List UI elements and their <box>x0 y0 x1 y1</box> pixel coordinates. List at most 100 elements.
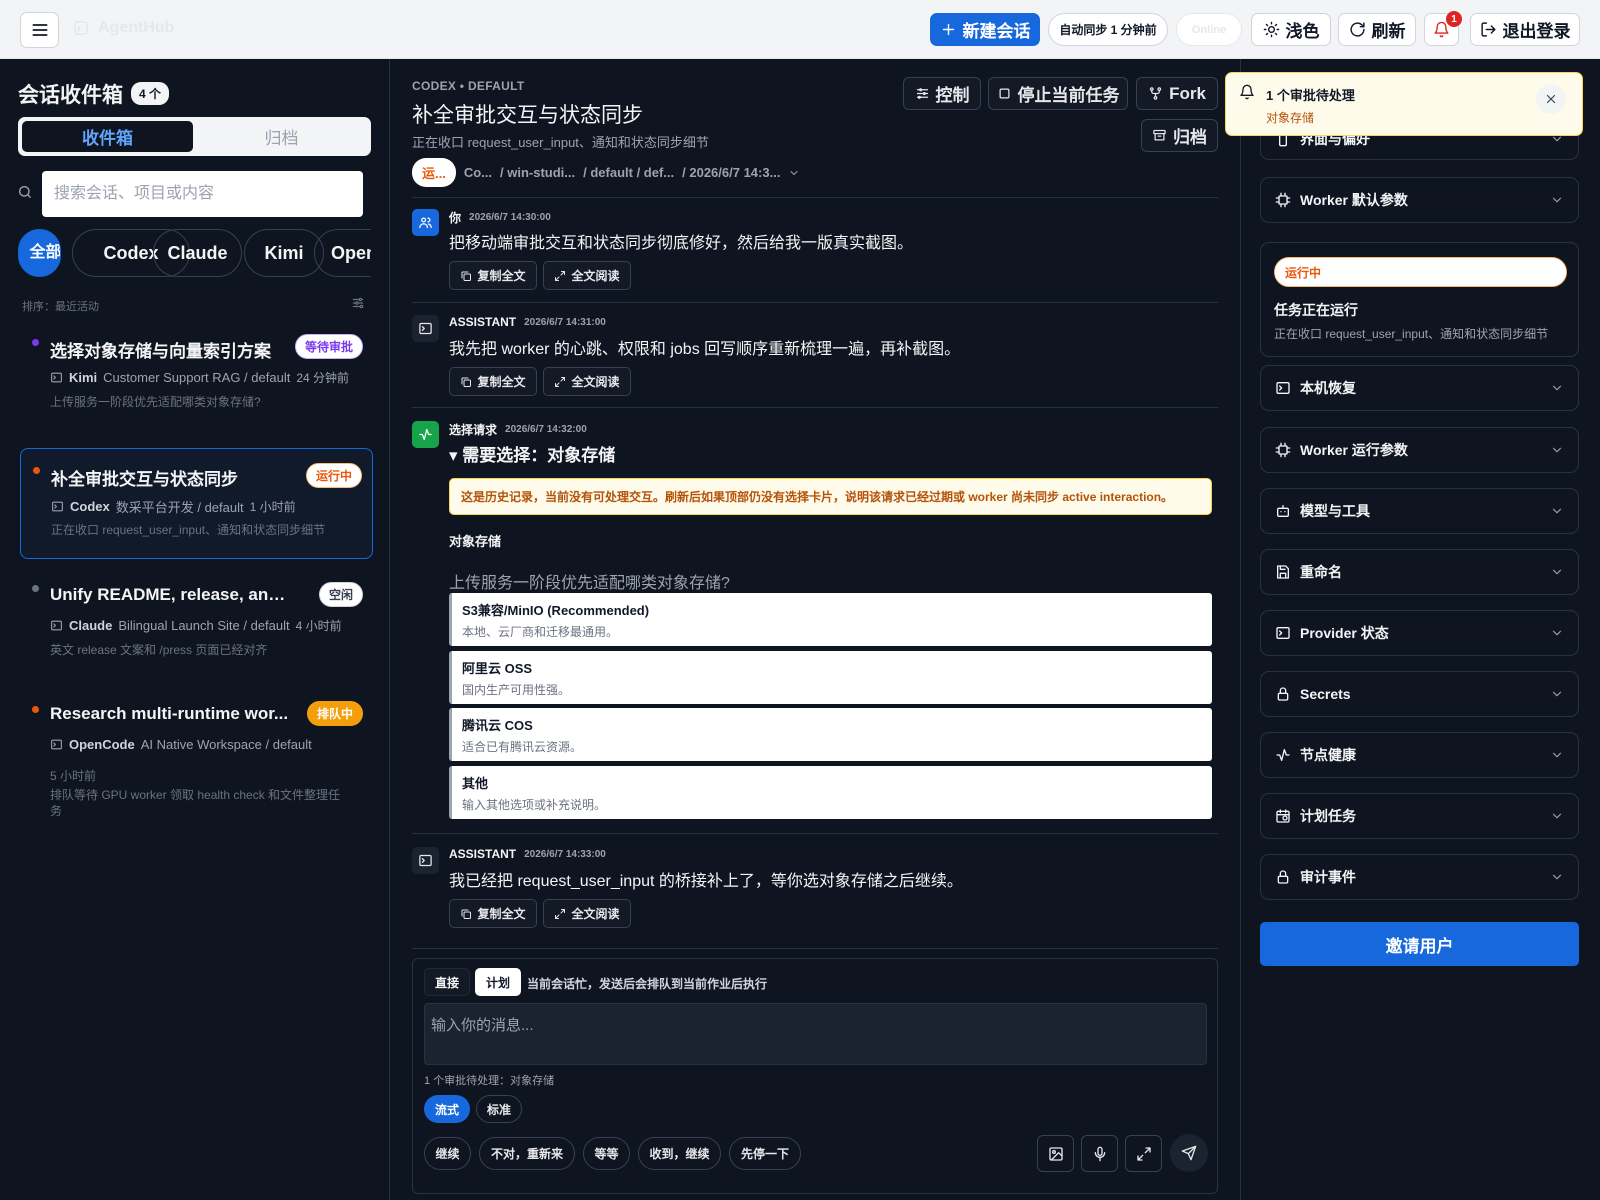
search-input[interactable] <box>42 171 363 217</box>
tab-inbox[interactable]: 收件箱 <box>22 121 193 152</box>
session-item[interactable]: 选择对象存储与向量索引方案 等待审批 Kimi Customer Support… <box>20 327 373 417</box>
choice-option[interactable]: S3兼容/MinIO (Recommended) 本地、云厂商和迁移最通用。 <box>449 593 1212 646</box>
stream-toggle[interactable]: 流式 <box>424 1095 470 1123</box>
mode-direct-button[interactable]: 直接 <box>424 968 470 996</box>
menu-button[interactable] <box>20 12 59 48</box>
quick-reply-ack[interactable]: 收到，继续 <box>638 1137 721 1170</box>
section-secrets[interactable]: Secrets <box>1260 671 1579 717</box>
divider <box>412 407 1218 408</box>
archive-button[interactable]: 归档 <box>1141 119 1218 152</box>
runtime-breadcrumb: CODEX • DEFAULT <box>412 79 525 93</box>
message-user: 你 2026/6/7 14:30:00 把移动端审批交互和状态同步彻底修好，然后给… <box>412 209 1218 304</box>
session-runtime: OpenCode <box>69 737 135 752</box>
session-preview: 正在收口 request_user_input、通知和状态同步细节 <box>51 523 326 537</box>
section-worker-runtime[interactable]: Worker 运行参数 <box>1260 427 1579 473</box>
message-role: ASSISTANT <box>449 315 517 329</box>
filter-all[interactable]: 全部 <box>18 229 61 277</box>
copy-all-button[interactable]: 复制全文 <box>449 367 537 396</box>
section-rename[interactable]: 重命名 <box>1260 549 1579 595</box>
status-badge: 空闲 <box>318 582 363 607</box>
message-header: 你 2026/6/7 14:30:00 <box>449 209 551 226</box>
chevron-down-icon <box>1550 809 1564 823</box>
session-project: 数采平台开发 / default <box>115 500 244 515</box>
refresh-button[interactable]: 刷新 <box>1338 13 1416 46</box>
section-label: Provider 状态 <box>1300 625 1389 641</box>
chevron-down-icon[interactable] <box>788 167 800 179</box>
session-title: Unify README, release, and ... <box>50 585 295 604</box>
path-worker[interactable]: / win-studi... <box>500 165 575 180</box>
divider <box>412 197 1218 198</box>
choice-option[interactable]: 阿里云 OSS 国内生产可用性强。 <box>449 651 1212 704</box>
path-project[interactable]: / default / def... <box>583 165 674 180</box>
quick-reply-wait[interactable]: 等等 <box>583 1137 630 1170</box>
path-time[interactable]: / 2026/6/7 14:3... <box>682 165 780 180</box>
plus-icon <box>940 21 957 38</box>
logout-button[interactable]: 退出登录 <box>1470 13 1580 46</box>
terminal-icon <box>50 738 63 751</box>
activity-icon <box>418 427 433 442</box>
theme-button[interactable]: 浅色 <box>1251 13 1331 46</box>
invite-user-button[interactable]: 邀请用户 <box>1260 922 1579 966</box>
control-button[interactable]: 控制 <box>903 77 981 110</box>
sliders-icon <box>915 86 930 101</box>
quick-reply-redo[interactable]: 不对，重新来 <box>479 1137 575 1170</box>
tab-archive[interactable]: 归档 <box>196 121 367 152</box>
choice-option[interactable]: 其他 输入其他选项或补充说明。 <box>449 766 1212 819</box>
filter-claude[interactable]: Claude <box>153 229 242 277</box>
new-chat-button[interactable]: 新建会话 <box>930 13 1040 46</box>
option-desc: 输入其他选项或补充说明。 <box>462 798 607 812</box>
attach-image-button[interactable] <box>1037 1135 1074 1172</box>
standard-toggle[interactable]: 标准 <box>476 1095 522 1123</box>
session-item-active[interactable]: 补全审批交互与状态同步 运行中 Codex 数采平台开发 / default 1… <box>20 448 373 559</box>
read-all-button[interactable]: 全文阅读 <box>543 899 631 928</box>
mode-plan-button[interactable]: 计划 <box>475 968 521 996</box>
session-item[interactable]: Research multi-runtime wor... 排队中 OpenCo… <box>20 692 373 818</box>
save-icon <box>1275 564 1291 580</box>
section-label: Worker 默认参数 <box>1300 192 1408 208</box>
sun-icon <box>1263 21 1280 38</box>
chevron-down-icon <box>1550 193 1564 207</box>
activity-icon <box>1275 747 1291 763</box>
section-worker-defaults[interactable]: Worker 默认参数 <box>1260 177 1579 223</box>
message-role: 你 <box>449 211 462 225</box>
section-label: 审计事件 <box>1300 869 1356 885</box>
sliders-icon[interactable] <box>351 296 365 310</box>
approval-toast[interactable]: 1 个审批待处理 对象存储 <box>1225 72 1583 136</box>
quick-reply-continue[interactable]: 继续 <box>424 1137 471 1170</box>
session-item[interactable]: Unify README, release, and ... 空闲 Claude… <box>20 571 373 671</box>
toast-close-button[interactable] <box>1536 84 1566 114</box>
read-all-button[interactable]: 全文阅读 <box>543 261 631 290</box>
copy-all-button[interactable]: 复制全文 <box>449 899 537 928</box>
section-local-recovery[interactable]: 本机恢复 <box>1260 365 1579 411</box>
section-scheduled-tasks[interactable]: 计划任务 <box>1260 793 1579 839</box>
choice-title[interactable]: ▾ 需要选择：对象存储 <box>449 441 615 466</box>
expand-composer-button[interactable] <box>1125 1135 1162 1172</box>
status-dot <box>32 585 39 592</box>
terminal-icon <box>1275 625 1291 641</box>
message-input[interactable] <box>424 1003 1207 1065</box>
choice-option[interactable]: 腾讯云 COS 适合已有腾讯云资源。 <box>449 708 1212 761</box>
message-assistant: ASSISTANT 2026/6/7 14:33:00 我已经把 request_… <box>412 847 1218 942</box>
session-runtime: Claude <box>69 618 113 633</box>
bell-icon <box>1239 84 1255 100</box>
notifications-button[interactable]: 1 <box>1424 11 1462 46</box>
copy-all-button[interactable]: 复制全文 <box>449 261 537 290</box>
filter-kimi[interactable]: Kimi <box>244 229 324 277</box>
filter-opencode[interactable]: OpenCode <box>314 229 371 277</box>
logo-icon <box>72 19 90 37</box>
voice-input-button[interactable] <box>1081 1135 1118 1172</box>
section-models-tools[interactable]: 模型与工具 <box>1260 488 1579 534</box>
sync-status-pill: 自动同步 1 分钟前 <box>1048 13 1168 46</box>
section-provider-status[interactable]: Provider 状态 <box>1260 610 1579 656</box>
session-project: AI Native Workspace / default <box>140 737 312 752</box>
stop-task-button[interactable]: 停止当前任务 <box>988 77 1128 110</box>
send-button[interactable] <box>1170 1134 1208 1172</box>
run-status-card: 运行中 任务正在运行 正在收口 request_user_input、通知和状态… <box>1260 242 1579 357</box>
section-node-health[interactable]: 节点健康 <box>1260 732 1579 778</box>
read-all-button[interactable]: 全文阅读 <box>543 367 631 396</box>
fork-button[interactable]: Fork <box>1136 77 1218 110</box>
quick-reply-pause[interactable]: 先停一下 <box>729 1137 801 1170</box>
path-runtime[interactable]: Co... <box>464 165 492 180</box>
page-title: 补全审批交互与状态同步 <box>412 104 643 127</box>
section-audit-events[interactable]: 审计事件 <box>1260 854 1579 900</box>
